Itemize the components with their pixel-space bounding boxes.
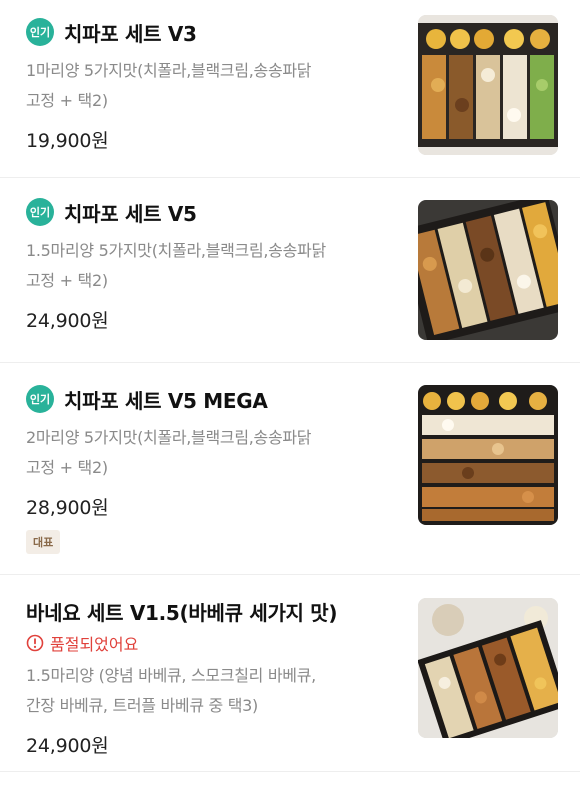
menu-item-info: 인기 치파포 세트 V5 1.5마리양 5가지맛(치폴라,블랙크림,송송파닭 고…	[26, 198, 396, 333]
menu-item[interactable]: 바네요 세트 V1.5(바베큐 세가지 맛) 품절되었어요 1.5마리양 (양념…	[0, 575, 580, 772]
menu-item[interactable]: 인기 치파포 세트 V5 MEGA 2마리양 5가지맛(치폴라,블랙크림,송송파…	[0, 363, 580, 575]
menu-item[interactable]: 인기 치파포 세트 V5 1.5마리양 5가지맛(치폴라,블랙크림,송송파닭 고…	[0, 178, 580, 363]
description-line: 고정 + 택2)	[26, 271, 108, 290]
menu-item-description: 1.5마리양 (양념 바베큐, 스모크칠리 바베큐, 간장 바베큐, 트러플 바…	[26, 661, 396, 721]
title-row: 인기 치파포 세트 V5 MEGA	[26, 385, 396, 413]
title-row: 바네요 세트 V1.5(바베큐 세가지 맛)	[26, 597, 396, 625]
menu-item-info: 바네요 세트 V1.5(바베큐 세가지 맛) 품절되었어요 1.5마리양 (양념…	[26, 597, 396, 758]
food-box-photo[interactable]	[418, 598, 558, 738]
sold-out-notice: 품절되었어요	[26, 631, 396, 655]
food-box-photo[interactable]	[418, 200, 558, 340]
title-row: 인기 치파포 세트 V5	[26, 198, 396, 226]
menu-item-price: 24,900원	[26, 735, 109, 757]
menu-item-description: 1마리양 5가지맛(치폴라,블랙크림,송송파닭 고정 + 택2)	[26, 56, 396, 116]
title-row: 인기 치파포 세트 V3	[26, 18, 396, 46]
description-line: 1.5마리양 (양념 바베큐, 스모크칠리 바베큐,	[26, 666, 316, 685]
exclamation-circle-icon	[26, 634, 44, 652]
menu-item-title[interactable]: 바네요 세트 V1.5(바베큐 세가지 맛)	[26, 597, 338, 626]
food-box-photo[interactable]	[418, 15, 558, 155]
description-line: 간장 바베큐, 트러플 바베큐 중 택3)	[26, 696, 258, 715]
menu-item-title[interactable]: 치파포 세트 V3	[64, 18, 197, 47]
menu-item-description: 2마리양 5가지맛(치폴라,블랙크림,송송파닭 고정 + 택2)	[26, 423, 396, 483]
popular-badge: 인기	[26, 18, 54, 46]
description-line: 1.5마리양 5가지맛(치폴라,블랙크림,송송파닭	[26, 241, 326, 260]
popular-badge: 인기	[26, 385, 54, 413]
menu-item-title[interactable]: 치파포 세트 V5 MEGA	[64, 385, 268, 414]
description-line: 고정 + 택2)	[26, 458, 108, 477]
menu-item-info: 인기 치파포 세트 V3 1마리양 5가지맛(치폴라,블랙크림,송송파닭 고정 …	[26, 18, 396, 153]
menu-list: 인기 치파포 세트 V3 1마리양 5가지맛(치폴라,블랙크림,송송파닭 고정 …	[0, 0, 580, 772]
menu-item-title[interactable]: 치파포 세트 V5	[64, 198, 197, 227]
menu-item[interactable]: 인기 치파포 세트 V3 1마리양 5가지맛(치폴라,블랙크림,송송파닭 고정 …	[0, 0, 580, 178]
menu-item-description: 1.5마리양 5가지맛(치폴라,블랙크림,송송파닭 고정 + 택2)	[26, 236, 396, 296]
food-box-photo[interactable]	[418, 385, 558, 525]
popular-badge: 인기	[26, 198, 54, 226]
sold-out-text: 품절되었어요	[50, 635, 139, 654]
menu-item-price: 24,900원	[26, 310, 109, 332]
signature-tag: 대표	[26, 530, 61, 554]
menu-item-price: 19,900원	[26, 130, 109, 152]
menu-item-info: 인기 치파포 세트 V5 MEGA 2마리양 5가지맛(치폴라,블랙크림,송송파…	[26, 385, 396, 554]
description-line: 1마리양 5가지맛(치폴라,블랙크림,송송파닭	[26, 61, 312, 80]
description-line: 고정 + 택2)	[26, 91, 108, 110]
menu-item-price: 28,900원	[26, 497, 109, 519]
description-line: 2마리양 5가지맛(치폴라,블랙크림,송송파닭	[26, 428, 312, 447]
